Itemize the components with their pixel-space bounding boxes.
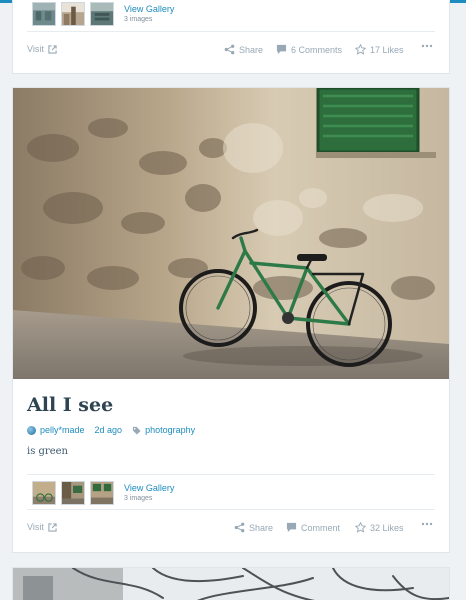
comments-button[interactable]: 6 Comments — [276, 44, 342, 55]
post-time-label: 2d ago — [94, 425, 123, 435]
post-actions: Visit Share 6 Comments 17 Likes — [27, 44, 435, 58]
gallery-thumbnails[interactable] — [32, 2, 114, 26]
share-icon — [234, 522, 245, 533]
gallery-image-count: 3 images — [124, 16, 153, 23]
post-meta: pelly*made 2d ago photography — [27, 425, 195, 435]
tag-label: photography — [145, 425, 196, 435]
share-label: Share — [239, 44, 264, 55]
comment-icon — [276, 44, 287, 55]
visit-label: Visit — [27, 522, 44, 532]
gallery-thumbnail[interactable] — [32, 481, 56, 505]
avatar — [27, 425, 36, 435]
share-button[interactable]: Share — [234, 522, 273, 533]
comment-button[interactable]: Comment — [286, 522, 340, 533]
likes-label: 32 Likes — [370, 522, 404, 533]
post-card-next — [12, 567, 450, 600]
comments-label: 6 Comments — [291, 44, 343, 55]
more-icon — [421, 522, 433, 526]
external-link-icon — [48, 44, 57, 54]
featured-image[interactable] — [13, 88, 449, 379]
star-icon — [355, 44, 366, 55]
divider — [27, 474, 435, 475]
star-icon — [355, 522, 366, 533]
more-icon — [421, 44, 433, 48]
post-excerpt: is green — [27, 446, 68, 457]
author-link[interactable]: pelly*made — [27, 425, 85, 435]
gallery-thumbnail[interactable] — [90, 2, 114, 26]
gallery-thumbnails[interactable] — [32, 481, 114, 505]
more-button[interactable] — [421, 44, 433, 48]
view-gallery-link[interactable]: View Gallery — [124, 483, 174, 494]
post-card-previous: View Gallery 3 images Visit Share 6 Comm… — [12, 0, 450, 74]
tag-icon — [132, 426, 141, 435]
post-time[interactable]: 2d ago — [95, 425, 123, 435]
post-card: All I see pelly*made 2d ago photography … — [12, 87, 450, 553]
like-button[interactable]: 32 Likes — [355, 522, 404, 533]
visit-button[interactable]: Visit — [27, 44, 57, 54]
bicycle-photo — [13, 88, 449, 379]
visit-label: Visit — [27, 44, 44, 54]
gallery-image-count: 3 images — [124, 495, 153, 502]
share-button[interactable]: Share — [224, 44, 263, 55]
author-name: pelly*made — [40, 425, 85, 435]
post-actions: Visit Share Comment 32 Likes — [27, 522, 435, 536]
comment-icon — [286, 522, 297, 533]
visit-button[interactable]: Visit — [27, 522, 57, 532]
view-gallery-link[interactable]: View Gallery — [124, 4, 174, 15]
gallery-thumbnail[interactable] — [90, 481, 114, 505]
gallery-thumbnail[interactable] — [32, 2, 56, 26]
comment-label: Comment — [301, 522, 341, 533]
post-title[interactable]: All I see — [27, 394, 113, 416]
gallery-thumbnail[interactable] — [61, 481, 85, 505]
divider — [27, 31, 435, 32]
likes-label: 17 Likes — [370, 44, 404, 55]
tag-link[interactable]: photography — [132, 425, 195, 435]
featured-image[interactable] — [13, 568, 449, 600]
more-button[interactable] — [421, 522, 433, 526]
like-button[interactable]: 17 Likes — [355, 44, 404, 55]
share-label: Share — [249, 522, 274, 533]
divider — [27, 509, 435, 510]
share-icon — [224, 44, 235, 55]
external-link-icon — [48, 522, 57, 532]
gallery-thumbnail[interactable] — [61, 2, 85, 26]
